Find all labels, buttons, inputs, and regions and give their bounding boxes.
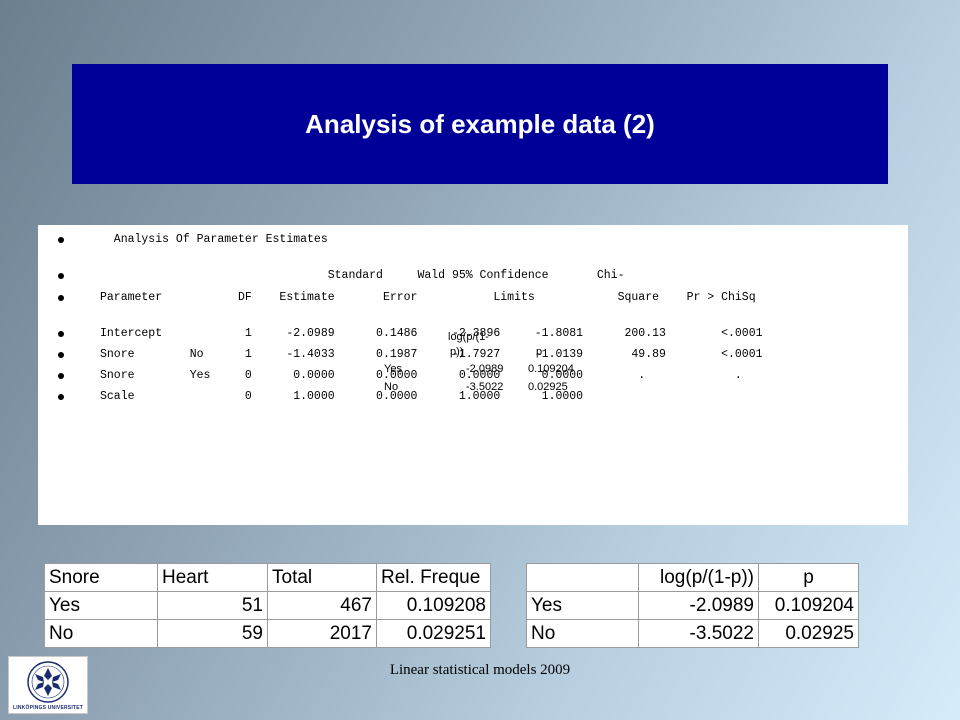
overlay-row-label: Yes [384, 363, 402, 375]
header-cell: Total [267, 563, 377, 592]
title-bar: Analysis of example data (2) [72, 64, 888, 184]
header-cell [526, 563, 639, 592]
bullet-icon [58, 237, 64, 243]
slide-title: Analysis of example data (2) [305, 108, 655, 139]
table-cell: 0.109204 [758, 591, 859, 620]
bullet-icon [58, 273, 64, 279]
logo-caption: LINKÖPINGS UNIVERSITET [13, 704, 83, 711]
table-cell: 467 [267, 591, 377, 620]
table-cell: 0.109208 [376, 591, 491, 620]
header-cell: Rel. Freque [376, 563, 491, 592]
header-cell: p [758, 563, 859, 592]
table-header-row: log(p/(1-p)) p [526, 563, 859, 592]
bullet-icon [58, 394, 64, 400]
bullet-icon [58, 373, 64, 379]
table-cell: No [526, 619, 639, 648]
table-cell: Yes [526, 591, 639, 620]
table-cell: 59 [157, 619, 268, 648]
bullet-icon [58, 352, 64, 358]
table-row: Yes -2.0989 0.109204 [526, 591, 859, 620]
table-cell: 2017 [267, 619, 377, 648]
table-header-row: Snore Heart Total Rel. Freque [44, 563, 491, 592]
sas-output-panel: Analysis Of Parameter Estimates Standard… [38, 225, 908, 525]
table-cell: 0.02925 [758, 619, 859, 648]
table-row: Yes 51 467 0.109208 [44, 591, 491, 620]
overlay-header-p: p [536, 346, 543, 358]
table-cell: -3.5022 [638, 619, 759, 648]
logit-table: log(p/(1-p)) p Yes -2.0989 0.109204 No -… [526, 563, 859, 648]
table-row: No -3.5022 0.02925 [526, 619, 859, 648]
table-cell: Yes [44, 591, 158, 620]
header-cell: Heart [157, 563, 268, 592]
bullet-icon [58, 331, 64, 337]
table-cell: -2.0989 [638, 591, 759, 620]
table-cell: 51 [157, 591, 268, 620]
overlay-row-label: No [384, 381, 399, 393]
overlay-header-logit-2: p)) [450, 346, 464, 358]
overlay-row-p: 0.109204 [528, 363, 574, 375]
header-cell: log(p/(1-p)) [638, 563, 759, 592]
table-cell: No [44, 619, 158, 648]
overlay-row-logit: -2.0989 [466, 363, 504, 375]
frequency-table: Snore Heart Total Rel. Freque Yes 51 467… [44, 563, 491, 648]
footer-text: Linear statistical models 2009 [389, 662, 571, 678]
overlay-row-logit: -3.5022 [466, 381, 504, 393]
bullet-icon [58, 295, 64, 301]
table-row: No 59 2017 0.029251 [44, 619, 491, 648]
table-cell: 0.029251 [376, 619, 491, 648]
overlay-row-p: 0.02925 [528, 381, 568, 393]
header-cell: Snore [44, 563, 158, 592]
overlay-header-logit-1: log(p/(1- [448, 331, 489, 343]
